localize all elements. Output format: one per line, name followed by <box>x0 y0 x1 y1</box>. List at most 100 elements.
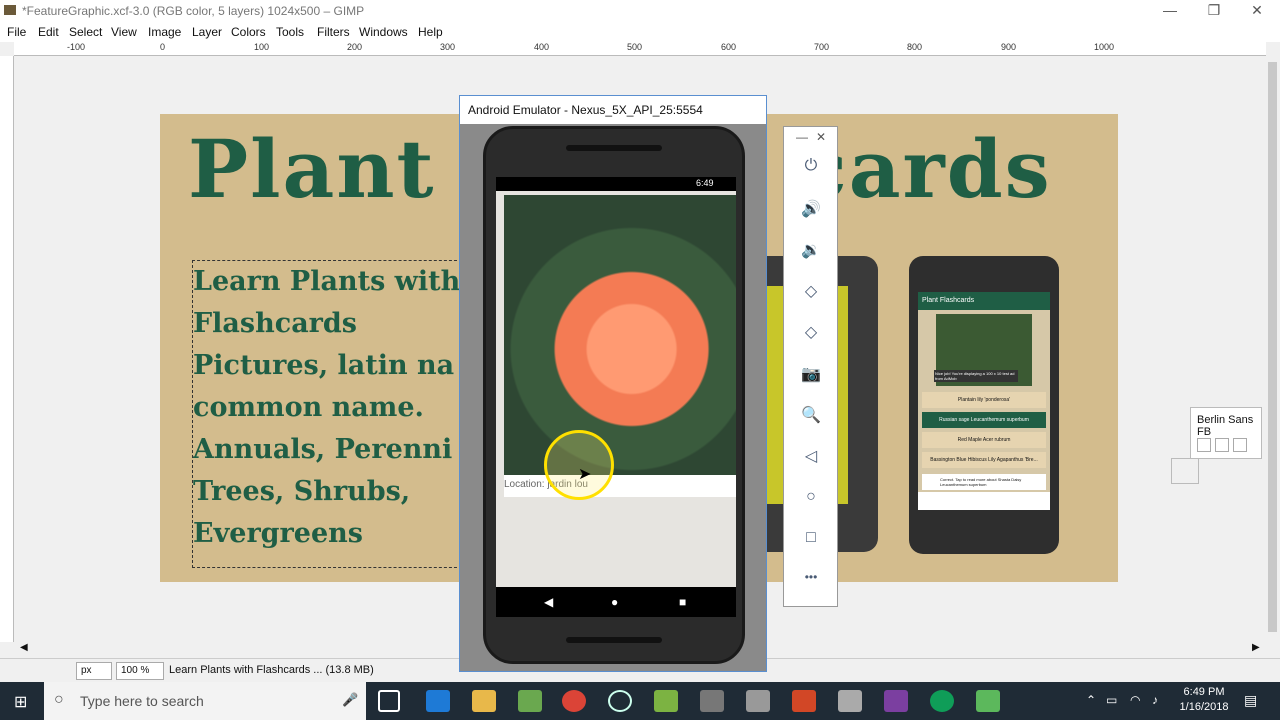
style-button[interactable] <box>1215 438 1229 452</box>
text-layer-box[interactable]: Learn Plants with Flashcards Pictures, l… <box>192 260 462 568</box>
style-button[interactable] <box>1233 438 1247 452</box>
network-icon[interactable]: ◠ <box>1130 693 1140 707</box>
menu-file[interactable]: File <box>7 25 26 39</box>
vertical-ruler[interactable] <box>0 56 14 642</box>
gimp-logo-icon <box>4 5 16 15</box>
media-icon[interactable] <box>608 690 632 712</box>
gimp-taskbar-icon[interactable] <box>746 690 770 712</box>
back-icon[interactable]: ◁ <box>796 446 826 466</box>
emulator-title: Android Emulator - Nexus_5X_API_25:5554 <box>468 103 703 117</box>
menu-filters[interactable]: Filters <box>317 25 350 39</box>
menu-colors[interactable]: Colors <box>231 25 266 39</box>
answer-option: Plantain lily 'ponderosa' <box>922 392 1046 408</box>
status-time: 6:49 <box>696 178 714 188</box>
microphone-icon[interactable]: 🎤 <box>342 692 358 708</box>
text-line: Evergreens <box>193 518 363 549</box>
powerpoint-icon[interactable] <box>792 690 816 712</box>
location-label: Location: jardin lou <box>504 475 736 497</box>
battery-icon[interactable]: ▭ <box>1106 693 1117 707</box>
mouse-cursor-icon: ➤ <box>578 466 592 483</box>
volume-down-icon[interactable]: 🔉 <box>796 240 826 260</box>
emulator-taskbar-icon[interactable] <box>976 690 1000 712</box>
editor-icon[interactable] <box>654 690 678 712</box>
file-explorer-icon[interactable] <box>472 690 496 712</box>
close-emulator-button[interactable]: ✕ <box>816 130 826 144</box>
app-icon[interactable] <box>838 690 862 712</box>
text-tool-panel[interactable]: Berlin Sans FB <box>1190 407 1262 459</box>
maximize-button[interactable]: ❐ <box>1204 2 1224 19</box>
ruler-tick: 300 <box>440 42 456 52</box>
app-icon[interactable] <box>700 690 724 712</box>
rotate-left-icon[interactable]: ◇ <box>796 281 826 301</box>
menu-view[interactable]: View <box>111 25 137 39</box>
menu-tools[interactable]: Tools <box>276 25 304 39</box>
flower-image[interactable] <box>504 195 736 475</box>
volume-icon[interactable]: ♪ <box>1152 693 1158 707</box>
android-studio-icon[interactable] <box>518 690 542 712</box>
scroll-left-icon[interactable]: ◀ <box>20 642 28 653</box>
power-icon[interactable]: ⏻ <box>796 157 826 175</box>
edge-icon[interactable] <box>426 690 450 712</box>
emulator-title-bar[interactable]: Android Emulator - Nexus_5X_API_25:5554 <box>460 96 766 124</box>
device-screen[interactable]: 6:49 Location: jardin lou ◀ ● ■ <box>496 177 736 617</box>
scroll-thumb[interactable] <box>1268 62 1277 632</box>
minimize-button[interactable]: — <box>1160 2 1180 18</box>
menu-windows[interactable]: Windows <box>359 25 408 39</box>
zoom-icon[interactable]: 🔍 <box>796 405 826 425</box>
menu-select[interactable]: Select <box>69 25 102 39</box>
menu-layer[interactable]: Layer <box>192 25 222 39</box>
zoom-select[interactable]: 100 % <box>116 662 164 680</box>
status-info: Learn Plants with Flashcards ... (13.8 M… <box>169 664 374 676</box>
tray-chevron-icon[interactable]: ⌃ <box>1086 693 1096 707</box>
chrome-icon[interactable] <box>562 690 586 712</box>
ruler-tick: 0 <box>160 42 166 52</box>
ruler-tick: 100 <box>254 42 270 52</box>
feature-title-left: Plant <box>188 122 436 216</box>
ruler-tick: 600 <box>721 42 737 52</box>
home-nav-icon[interactable]: ● <box>611 595 618 609</box>
ruler-tick: 800 <box>907 42 923 52</box>
scroll-right-icon[interactable]: ▶ <box>1252 642 1260 653</box>
ruler-tick: 200 <box>347 42 363 52</box>
clock-date: 1/16/2018 <box>1179 701 1229 713</box>
unit-select[interactable]: px <box>76 662 112 680</box>
feature-phone-right: Plant Flashcards Nice job! You're displa… <box>909 256 1059 554</box>
search-circle-icon: ○ <box>54 691 64 708</box>
ruler-tick: 500 <box>627 42 643 52</box>
answer-option: Bassington Blue Hibiscus Lily Agapanthus… <box>922 452 1046 468</box>
camera-icon[interactable]: 📷 <box>796 364 826 384</box>
hangouts-icon[interactable] <box>930 690 954 712</box>
onenote-icon[interactable] <box>884 690 908 712</box>
home-icon[interactable]: ○ <box>796 488 826 506</box>
search-placeholder: Type here to search <box>80 693 204 709</box>
emulated-device: 6:49 Location: jardin lou ◀ ● ■ <box>483 126 745 664</box>
bottom-speaker <box>566 637 662 643</box>
android-nav-bar: ◀ ● ■ <box>496 587 736 617</box>
vertical-scrollbar[interactable] <box>1266 42 1280 656</box>
navigate-icon[interactable] <box>1171 458 1199 484</box>
volume-up-icon[interactable]: 🔊 <box>796 199 826 219</box>
text-line: Pictures, latin na <box>193 350 455 381</box>
close-button[interactable]: ✕ <box>1247 2 1267 19</box>
notifications-icon[interactable]: ▤ <box>1244 692 1257 709</box>
taskbar-search[interactable]: ○ Type here to search 🎤 <box>44 682 366 720</box>
overview-icon[interactable]: □ <box>796 529 826 547</box>
task-view-icon[interactable] <box>378 690 400 712</box>
speaker-grille <box>566 145 662 151</box>
menu-edit[interactable]: Edit <box>38 25 59 39</box>
font-name[interactable]: Berlin Sans FB <box>1197 414 1261 438</box>
style-button[interactable] <box>1197 438 1211 452</box>
back-nav-icon[interactable]: ◀ <box>544 595 553 609</box>
ruler-tick: 900 <box>1001 42 1017 52</box>
rotate-right-icon[interactable]: ◇ <box>796 322 826 342</box>
recents-nav-icon[interactable]: ■ <box>679 595 686 609</box>
minimize-emulator-button[interactable]: — <box>796 130 808 144</box>
android-emulator-window[interactable]: Android Emulator - Nexus_5X_API_25:5554 … <box>459 95 767 672</box>
menu-image[interactable]: Image <box>148 25 181 39</box>
system-clock[interactable]: 6:49 PM 1/16/2018 <box>1175 685 1233 715</box>
horizontal-ruler[interactable]: -100 0 100 200 300 400 500 600 700 800 9… <box>14 42 1266 56</box>
more-icon[interactable]: ••• <box>796 570 826 584</box>
menu-help[interactable]: Help <box>418 25 443 39</box>
windows-start-icon[interactable]: ⊞ <box>14 692 27 712</box>
mini-navbar <box>918 492 1050 510</box>
